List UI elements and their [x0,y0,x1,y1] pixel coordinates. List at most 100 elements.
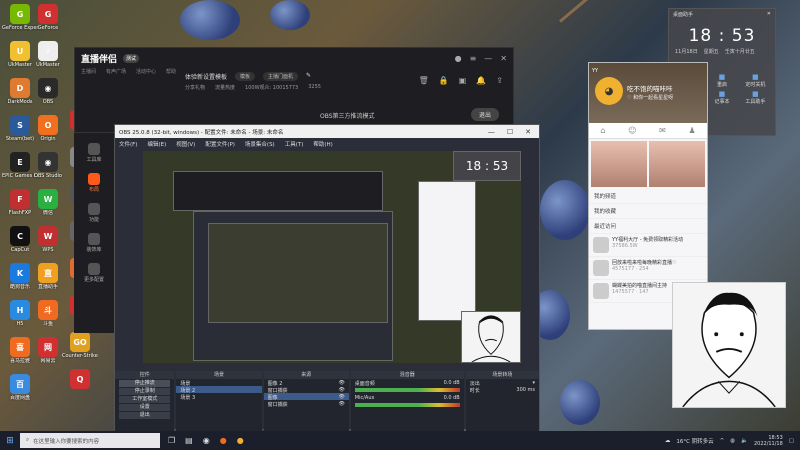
edit-icon[interactable]: ✎ [306,72,311,81]
obs-menu-item[interactable]: 场景集合(S) [245,140,275,148]
source-item[interactable]: 窗口捕获 👁 [264,400,349,408]
control-button[interactable]: 停止录制 [119,388,171,395]
eye-icon[interactable]: 👁 [338,401,344,407]
trash-icon[interactable]: 🗑 [419,76,429,85]
desktop-icon-label: 斗鱼 [42,321,53,327]
search-input[interactable]: ⌕ 在这里输入你要搜索的内容 [20,433,160,448]
source-item[interactable]: 图像 2 👁 [264,379,349,387]
douyu-side-item[interactable]: 装饰库 [74,233,114,253]
network-icon[interactable]: ◍ [730,438,735,444]
desktop-icon[interactable]: G GeForce [30,4,66,38]
desktop-icon[interactable]: ⚡ UkMaster [30,41,66,75]
douyu-side-item[interactable]: 工具库 [74,143,114,163]
nested-douyu [173,171,383,211]
control-button[interactable]: 设置 [119,404,171,411]
windows-start-icon[interactable]: ⊞ [0,436,20,446]
share-icon[interactable]: ⇪ [496,76,503,85]
eye-icon[interactable]: 👁 [338,380,344,386]
douyu-side-item[interactable]: 布局 [74,173,114,193]
minimize-icon[interactable]: — [484,54,492,63]
obs-taskbar-icon[interactable]: ◉ [203,436,210,445]
duration-field[interactable]: 时长 300 ms [466,386,539,394]
obs-menu-item[interactable]: 工具(T) [285,140,304,148]
close-icon[interactable]: ✕ [500,54,507,63]
clock-weekday: 星期五 [703,49,719,55]
explorer-icon[interactable]: ▤ [185,436,193,445]
source-item[interactable]: 图像 👁 [263,393,349,401]
clock-shortcut[interactable]: 定时关机 [740,73,771,88]
taskbar-date[interactable]: 2022/11/18 [754,441,783,447]
obs-menu-item[interactable]: 配置文件(P) [205,140,235,148]
close-icon[interactable]: ✕ [525,128,531,136]
room-button[interactable]: 主播门面机 [263,72,299,81]
avatar[interactable]: ● [455,54,462,63]
yy-section[interactable]: 我的频道 [589,189,707,204]
task-view-icon[interactable]: ❐ [168,436,175,445]
bell-icon[interactable]: 🔔 [476,76,486,85]
close-icon[interactable]: ✕ [767,11,771,18]
home-icon[interactable]: ⌂ [600,126,605,135]
douyu-side-item[interactable]: 更多配置 [74,263,114,283]
scene-item[interactable]: 场景 3 [176,393,261,401]
desktop-icon[interactable]: 百百度网盘 [2,374,38,408]
douyu-side-item[interactable]: 功能 [74,203,114,223]
transition-select[interactable]: 淡出 ▾ [466,379,539,387]
chat-icon[interactable]: ✉ [659,126,666,135]
user-icon[interactable]: ☺ [628,126,636,135]
desktop-icon[interactable]: GOCounter-Strike Global [62,332,98,366]
exit-button[interactable]: 退出 [470,108,499,121]
maximize-icon[interactable]: ☐ [507,128,513,136]
douyu-menu-item[interactable]: 主播间 [81,68,96,75]
desktop-icon[interactable]: ◉ OBS Studio [30,152,66,186]
obs-preview[interactable]: 18 : 53 [143,151,521,363]
control-button[interactable]: 退出 [119,412,171,419]
desktop-icon[interactable]: 直直播助手 [30,263,66,297]
obs-menu-item[interactable]: 视图(V) [176,140,195,148]
desktop-icon[interactable]: Q [62,369,98,403]
desktop-icon[interactable]: ◉ OBS [30,78,66,112]
yy-taskbar-icon[interactable]: ● [237,436,244,445]
eye-icon[interactable]: 👁 [338,387,344,393]
volume-icon[interactable]: 🔈 [741,438,748,444]
group-icon[interactable]: ♟ [688,126,695,135]
menu-icon[interactable]: ≡ [470,54,477,63]
yy-section[interactable]: 我的收藏 [589,204,707,219]
yy-section[interactable]: 最近访问 [589,219,707,234]
notification-icon[interactable]: ▢ [789,438,794,444]
lock-icon[interactable]: 🔒 [439,76,449,85]
douyu-menu-item[interactable]: 活动中心 [136,68,156,75]
yy-photos[interactable] [589,139,707,189]
douyu-taskbar-icon[interactable]: ● [220,436,227,445]
obs-menu-item[interactable]: 编辑(E) [147,140,166,148]
desktop-icon[interactable]: 斗斗鱼 [30,300,66,334]
desktop-icon[interactable]: W 微信 [30,189,66,223]
transitions-title: 场景转场 [465,371,540,379]
douyu-menu-item[interactable]: 有声广场 [106,68,126,75]
source-item[interactable]: 窗口捕获 👁 [264,386,349,394]
minimize-icon[interactable]: — [488,128,495,136]
clock-shortcut[interactable]: 记事本 [706,90,737,105]
volume-meter[interactable] [354,403,460,407]
obs-menu-item[interactable]: 帮助(H) [313,140,332,148]
clock-shortcut[interactable]: 工具助手 [740,90,771,105]
douyu-menu-item[interactable]: 帮助 [166,68,176,75]
volume-meter[interactable] [354,388,460,392]
yy-feed-item[interactable]: 回放来啦来啦每晚精彩直播♡ 4575177 · 254 [589,257,707,280]
weather-text[interactable]: 16°C 阴转多云 [676,437,713,445]
control-button[interactable]: 工作室模式 [119,396,171,403]
yy-feed-item[interactable]: YY福利大厅 - 免费领取精彩活动 37586.5W [589,234,707,257]
scene-item[interactable]: 场景 [176,379,261,387]
image-icon[interactable]: ▣ [459,76,467,85]
tray-expand-icon[interactable]: ^ [720,438,725,444]
scene-item[interactable]: 场景 2 [176,386,262,394]
desktop-icon[interactable]: 网网易云 [30,337,66,371]
app-icon: U [10,41,30,61]
desktop-icon[interactable]: W WPS [30,226,66,260]
obs-menu-item[interactable]: 文件(F) [119,140,137,148]
room-tag[interactable]: 模板 [235,72,256,81]
avatar[interactable]: ◕ [595,77,623,105]
desktop-icon[interactable]: O Origin [30,115,66,149]
clock-shortcut[interactable]: 重启 [706,73,737,88]
control-button[interactable]: 停止推流 [119,380,171,387]
eye-icon[interactable]: 👁 [338,394,344,400]
